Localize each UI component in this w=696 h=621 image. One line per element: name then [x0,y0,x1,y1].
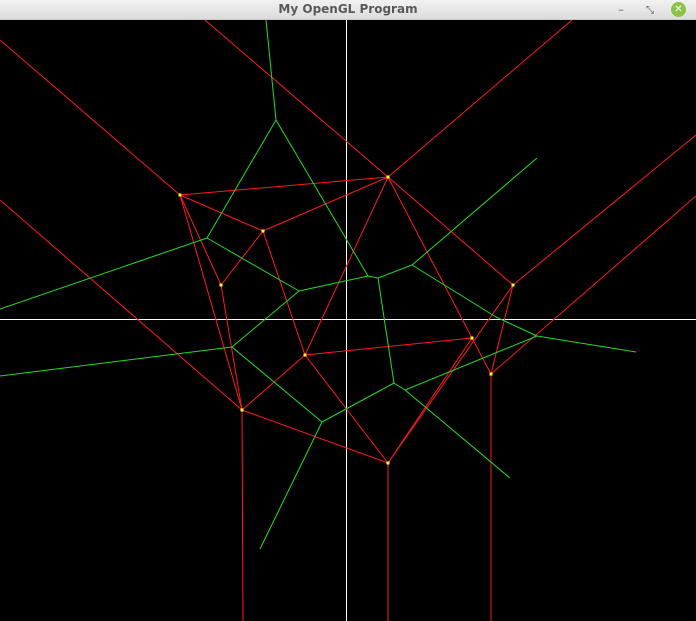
site-point [219,283,223,287]
minimize-button[interactable]: – [613,2,629,18]
site-point [386,175,390,179]
window-title: My OpenGL Program [278,2,418,16]
site-point [470,336,474,340]
close-icon: ✕ [674,4,683,15]
site-point [178,193,182,197]
restore-button[interactable]: ⤡ [642,2,658,18]
site-point [261,229,265,233]
restore-icon: ⤡ [646,4,654,16]
opengl-canvas [0,20,696,621]
minimize-icon: – [618,3,624,16]
close-button[interactable]: ✕ [671,2,686,17]
canvas-background [0,20,696,621]
site-point [511,283,515,287]
site-point [240,408,244,412]
site-point [303,353,307,357]
site-point [489,372,493,376]
title-bar[interactable]: My OpenGL Program – ⤡ ✕ [0,0,696,20]
app-window: My OpenGL Program – ⤡ ✕ [0,0,696,621]
site-point [386,461,390,465]
